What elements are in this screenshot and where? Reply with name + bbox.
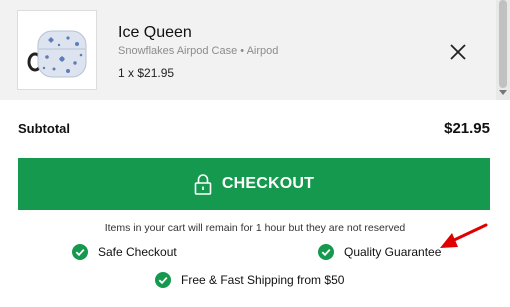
scrollbar-thumb[interactable] — [499, 0, 507, 88]
subtotal-label: Subtotal — [18, 121, 70, 136]
feature-label: Safe Checkout — [98, 245, 177, 259]
annotation-arrow-icon — [440, 223, 488, 248]
lock-icon — [194, 173, 212, 195]
product-quantity-price: 1 x $21.95 — [118, 66, 175, 80]
product-title[interactable]: Ice Queen — [118, 24, 192, 42]
feature-label: Free & Fast Shipping from $50 — [181, 273, 345, 287]
feature-free-shipping: Free & Fast Shipping from $50 — [155, 272, 344, 288]
feature-quality-guarantee: Quality Guarantee — [318, 244, 441, 260]
scroll-down-arrow-icon[interactable] — [499, 90, 507, 95]
check-circle-icon — [318, 244, 334, 260]
cart-item-panel: Ice Queen Snowflakes Airpod Case • Airpo… — [0, 0, 510, 100]
feature-safe-checkout: Safe Checkout — [72, 244, 177, 260]
product-thumbnail[interactable] — [17, 10, 97, 90]
check-circle-icon — [72, 244, 88, 260]
subtotal-value: $21.95 — [444, 120, 490, 137]
check-circle-icon — [155, 272, 171, 288]
remove-item-button[interactable] — [446, 40, 470, 64]
product-variant: Snowflakes Airpod Case • Airpod — [118, 45, 279, 57]
checkout-button[interactable]: CHECKOUT — [18, 158, 490, 210]
scrollbar[interactable] — [496, 0, 510, 100]
airpod-case-icon — [27, 30, 87, 78]
close-icon — [450, 44, 466, 60]
feature-label: Quality Guarantee — [344, 245, 442, 259]
checkout-label: CHECKOUT — [221, 175, 315, 192]
